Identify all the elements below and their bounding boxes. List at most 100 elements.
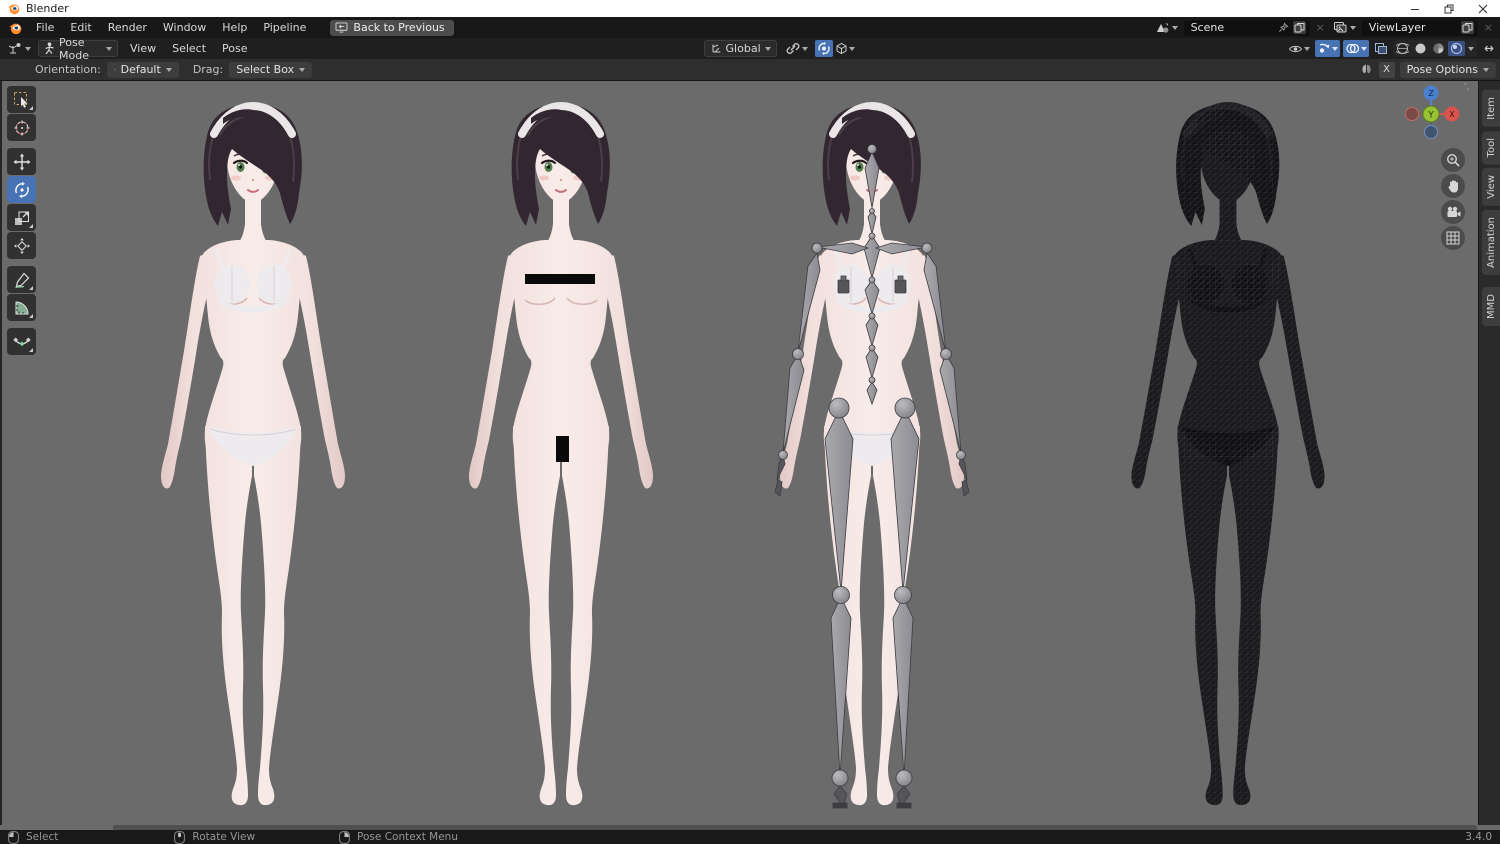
tool-settings-bar: Orientation: Default Drag: Select Box X …	[0, 59, 1500, 81]
annotate-pen-icon	[13, 271, 31, 289]
viewport-header: Pose Mode View Select Pose Global	[0, 38, 1500, 59]
back-to-previous-button[interactable]: Back to Previous	[330, 20, 453, 36]
viewlayer-remove-icon: ×	[1482, 21, 1495, 34]
model-character-armature[interactable]	[775, 104, 969, 808]
zoom-button[interactable]	[1441, 148, 1465, 172]
tool-annotate[interactable]	[7, 266, 36, 293]
menu-help[interactable]: Help	[214, 17, 255, 38]
pin-icon[interactable]	[1278, 22, 1289, 33]
tool-measure[interactable]	[7, 294, 36, 321]
model-character-wireframe[interactable]	[1131, 104, 1324, 805]
tab-item[interactable]: Item	[1482, 90, 1500, 127]
os-titlebar: Blender	[0, 0, 1500, 17]
tab-tool[interactable]: Tool	[1482, 131, 1500, 164]
chevron-down-icon	[1332, 47, 1338, 51]
duplicate-icon[interactable]	[1293, 21, 1306, 34]
shading-rendered-icon[interactable]	[1448, 41, 1465, 56]
gizmo-x-label: X	[1449, 110, 1455, 119]
xray-toggle[interactable]	[1372, 40, 1390, 57]
measure-icon	[13, 299, 31, 317]
viewport-3d[interactable]	[0, 0, 1500, 844]
blender-menu-icon[interactable]	[7, 21, 23, 35]
navigation-gizmo[interactable]: Z X Y	[1401, 83, 1463, 149]
visibility-dropdown[interactable]	[1286, 40, 1312, 57]
tool-transform[interactable]	[7, 232, 36, 259]
shading-material-icon[interactable]	[1430, 41, 1447, 56]
scale-icon	[13, 209, 31, 227]
proportional-editing-toggle[interactable]	[815, 40, 833, 57]
camera-view-button[interactable]	[1441, 200, 1465, 224]
close-icon[interactable]	[1466, 0, 1500, 17]
minimize-icon[interactable]	[1398, 0, 1432, 17]
chevron-down-icon	[1172, 26, 1178, 30]
shading-wireframe-icon[interactable]	[1394, 41, 1411, 56]
camera-icon	[1446, 206, 1461, 218]
model-character-underwear[interactable]	[161, 104, 345, 805]
gizmo-z-label: Z	[1428, 89, 1434, 98]
menu-render[interactable]: Render	[100, 17, 155, 38]
select-box-icon	[13, 91, 31, 109]
restore-icon[interactable]	[1432, 0, 1466, 17]
scene-browse-button[interactable]	[1153, 21, 1180, 34]
gizmo-y-label: Y	[1427, 111, 1434, 121]
show-overlays-toggle[interactable]	[1343, 40, 1369, 57]
snapping-button[interactable]	[784, 40, 810, 57]
orientation-label: Orientation:	[35, 63, 101, 76]
tool-scale[interactable]	[7, 204, 36, 231]
pan-hand-button[interactable]	[1441, 174, 1465, 198]
magnifier-icon	[1446, 153, 1460, 167]
mirror-butterfly-icon	[1359, 63, 1374, 76]
menu-pose[interactable]: Pose	[214, 38, 255, 59]
hint-select: Select	[8, 831, 58, 844]
editor-3d-viewport-icon	[8, 42, 24, 56]
orientation-axes-icon	[710, 43, 722, 55]
tool-move[interactable]	[7, 148, 36, 175]
view-controls	[1441, 148, 1465, 250]
falloff-dropdown[interactable]	[833, 40, 857, 57]
tool-cursor[interactable]	[7, 114, 36, 141]
falloff-cube-icon	[835, 42, 848, 55]
menu-view[interactable]: View	[122, 38, 164, 59]
chevron-down-icon[interactable]	[1468, 47, 1474, 51]
tool-tweak-select-box[interactable]	[7, 86, 36, 113]
mode-selector[interactable]: Pose Mode	[38, 40, 118, 57]
snap-link-icon	[786, 42, 801, 55]
blender-logo-icon	[7, 2, 20, 15]
scene-unlink-icon: ×	[1314, 21, 1327, 34]
pose-options-dropdown[interactable]: Pose Options	[1400, 62, 1496, 78]
orientation-default-dropdown[interactable]: Default	[107, 62, 179, 78]
version-label: 3.4.0	[1465, 831, 1492, 843]
toolbar	[7, 86, 37, 355]
expand-header-icon[interactable]	[1480, 40, 1498, 57]
scene-name-field[interactable]: Scene	[1184, 20, 1310, 36]
transform-orientation-dropdown[interactable]: Global	[704, 40, 777, 57]
sidebar-collapse-handle[interactable]: ⠡	[1463, 83, 1470, 94]
shading-solid-icon[interactable]	[1412, 41, 1429, 56]
tool-rotate[interactable]	[7, 176, 36, 203]
xray-icon	[1374, 42, 1388, 55]
menu-file[interactable]: File	[28, 17, 62, 38]
mirror-x-toggle[interactable]: X	[1379, 62, 1395, 78]
chevron-down-icon	[299, 68, 305, 72]
menu-select[interactable]: Select	[164, 38, 214, 59]
duplicate-icon[interactable]	[1461, 21, 1474, 34]
model-character-censored[interactable]	[469, 104, 653, 805]
menu-pipeline[interactable]: Pipeline	[255, 17, 314, 38]
tab-mmd[interactable]: MMD	[1482, 287, 1500, 326]
menu-window[interactable]: Window	[155, 17, 214, 38]
tab-animation[interactable]: Animation	[1482, 210, 1500, 275]
drag-select-box-dropdown[interactable]: Select Box	[229, 62, 312, 78]
mouse-right-icon	[339, 831, 350, 844]
viewlayer-browse-button[interactable]	[1331, 21, 1358, 34]
tab-view[interactable]: View	[1482, 168, 1500, 206]
viewlayer-name-field[interactable]: ViewLayer	[1362, 20, 1478, 36]
show-gizmo-toggle[interactable]	[1315, 40, 1340, 57]
window-title: Blender	[26, 2, 69, 15]
chevron-down-icon	[1361, 47, 1367, 51]
armature-bones[interactable]	[775, 145, 969, 809]
mouse-left-icon	[8, 831, 19, 844]
editor-type-button[interactable]	[6, 40, 33, 57]
scene-icon	[1155, 21, 1170, 34]
orthographic-grid-button[interactable]	[1441, 226, 1465, 250]
tool-pose-breakdowner[interactable]	[7, 328, 36, 355]
